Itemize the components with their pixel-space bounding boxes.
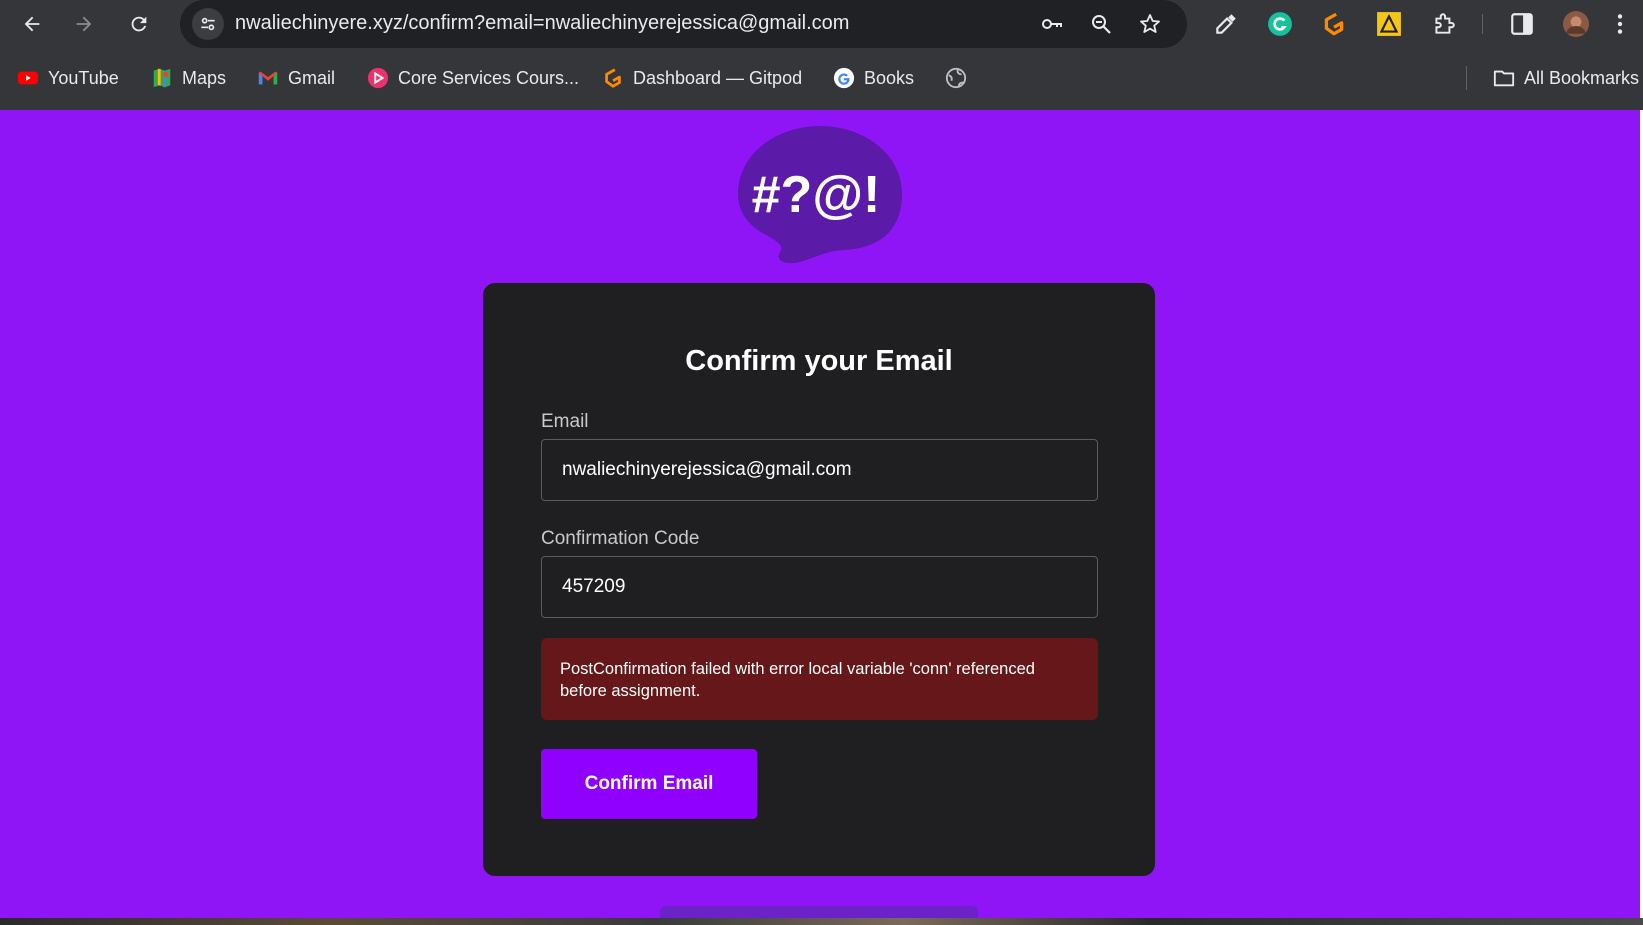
logo-speech-bubble-icon: #?@! <box>738 126 902 264</box>
address-bar[interactable]: nwaliechinyere.xyz/confirm?email=nwaliec… <box>180 0 1187 48</box>
reload-icon <box>131 16 147 32</box>
bookmark-label: Core Services Cours... <box>398 67 580 88</box>
bookmark-globe[interactable] <box>944 64 968 92</box>
bookmark-gmail[interactable]: Gmail <box>256 64 335 92</box>
bookmark-label: Dashboard — Gitpod <box>633 67 803 88</box>
gitpod-icon <box>601 66 625 90</box>
folder-icon <box>1492 66 1516 90</box>
desktop-strip <box>0 918 1643 925</box>
all-bookmarks-button[interactable]: All Bookmarks <box>1492 64 1639 92</box>
confirmation-code-label: Confirmation Code <box>541 528 700 549</box>
key-icon[interactable] <box>1038 10 1066 38</box>
globe-icon <box>944 66 968 90</box>
bookmark-youtube[interactable]: YouTube <box>16 64 119 92</box>
grammarly-extension-icon[interactable] <box>1266 10 1294 38</box>
back-button[interactable] <box>14 6 50 42</box>
bookmark-label: Gmail <box>288 67 336 88</box>
email-value: nwaliechinyerejessica@gmail.com <box>562 459 852 480</box>
bookmarks-bar: YouTube Maps Gmail Core Services Cours..… <box>0 48 1643 110</box>
all-bookmarks-label: All Bookmarks <box>1524 67 1640 88</box>
bookmark-maps[interactable]: Maps <box>150 64 226 92</box>
gitpod-extension-icon[interactable] <box>1320 10 1348 38</box>
page-title: Confirm your Email <box>685 345 953 377</box>
zoom-icon[interactable] <box>1087 10 1115 38</box>
profile-avatar[interactable] <box>1562 10 1590 38</box>
confirmation-code-field[interactable]: 457209 <box>541 556 1098 618</box>
toolbar-divider <box>1482 14 1483 34</box>
bookmarks-divider <box>1466 66 1467 90</box>
back-arrow-icon <box>24 16 40 32</box>
confirm-card: Confirm your Email Email nwaliechinyerej… <box>483 283 1155 876</box>
email-field[interactable]: nwaliechinyerejessica@gmail.com <box>541 439 1098 501</box>
email-label: Email <box>541 411 589 432</box>
url-text[interactable]: nwaliechinyere.xyz/confirm?email=nwaliec… <box>235 12 849 35</box>
bookmark-star-icon[interactable] <box>1136 10 1164 38</box>
eyedropper-extension-icon[interactable] <box>1212 10 1240 38</box>
logo-text: #?@! <box>752 166 881 224</box>
youtube-icon <box>16 66 40 90</box>
bookmark-label: Maps <box>182 67 227 88</box>
site-info-icon[interactable] <box>192 8 224 40</box>
confirm-email-button[interactable]: Confirm Email <box>541 749 757 819</box>
side-panel-icon[interactable] <box>1508 10 1536 38</box>
confirmation-code-value: 457209 <box>562 576 626 597</box>
bookmark-label: Books <box>864 67 915 88</box>
forward-arrow-icon <box>76 16 92 32</box>
forward-button[interactable] <box>66 6 102 42</box>
core-services-icon <box>366 66 390 90</box>
bookmark-core-services[interactable]: Core Services Cours... <box>366 64 579 92</box>
bookmark-books[interactable]: Books <box>832 64 914 92</box>
more-options-icon[interactable] <box>1606 10 1634 38</box>
gmail-icon <box>256 66 280 90</box>
google-icon <box>832 66 856 90</box>
extensions-puzzle-icon[interactable] <box>1430 10 1458 38</box>
maps-icon <box>150 66 174 90</box>
browser-toolbar: nwaliechinyere.xyz/confirm?email=nwaliec… <box>0 0 1643 48</box>
reload-button[interactable] <box>121 6 157 42</box>
bookmark-label: YouTube <box>48 67 119 88</box>
bookmark-gitpod[interactable]: Dashboard — Gitpod <box>601 64 802 92</box>
error-message: PostConfirmation failed with error local… <box>541 638 1098 720</box>
warning-extension-icon[interactable] <box>1375 10 1403 38</box>
